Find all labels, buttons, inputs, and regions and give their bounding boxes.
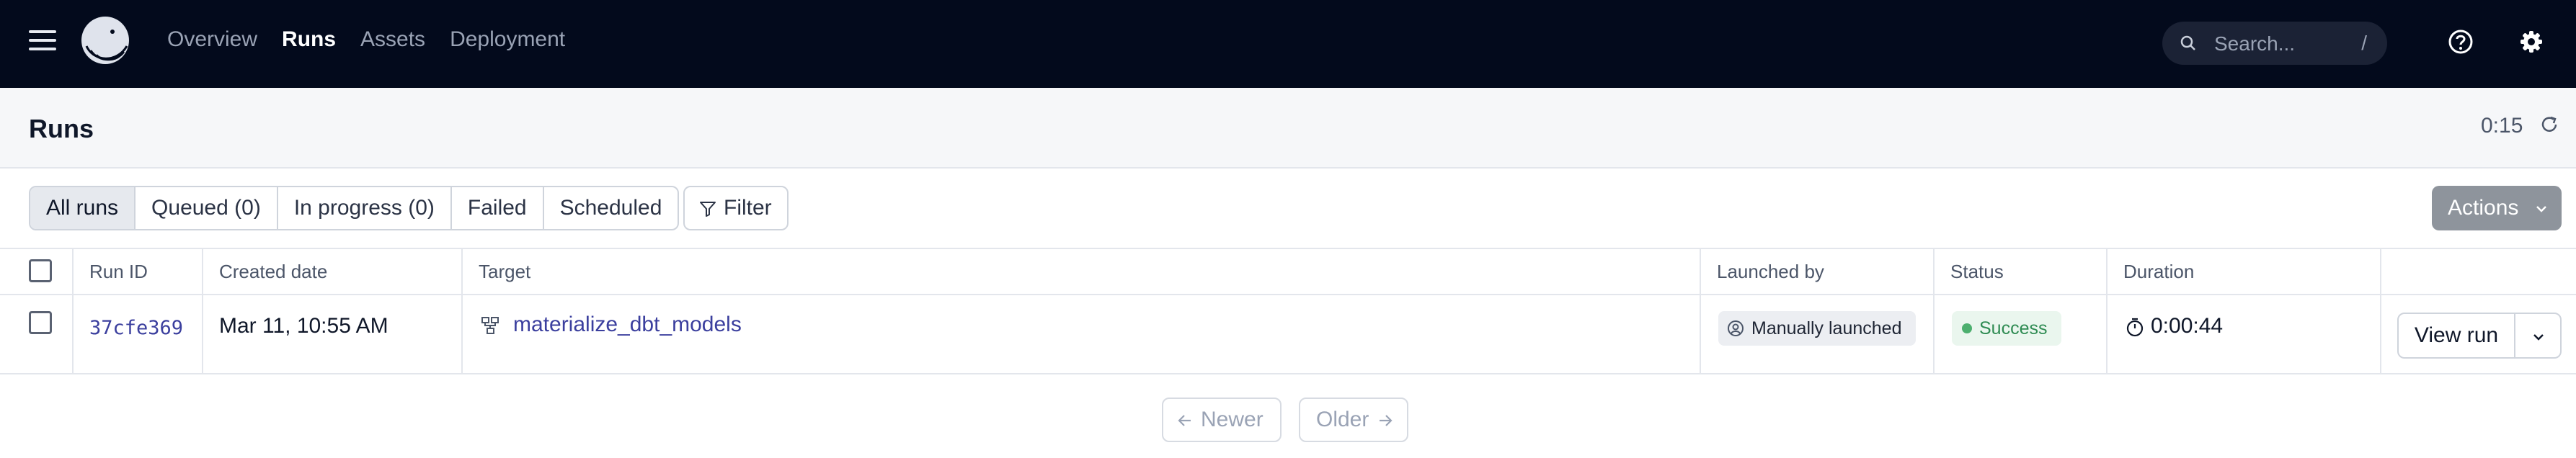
main-nav-links: Overview Runs Assets Deployment — [167, 27, 565, 52]
view-run-button[interactable]: View run — [2397, 313, 2515, 359]
row-checkbox[interactable] — [29, 311, 52, 334]
select-column-header — [0, 249, 74, 294]
launched-by-label: Manually launched — [1751, 318, 1902, 338]
column-header-launched-by[interactable]: Launched by — [1701, 249, 1935, 294]
filter-bar: All runs Queued (0) In progress (0) Fail… — [0, 169, 2576, 249]
newer-label: Newer — [1201, 408, 1263, 431]
created-date-cell: Mar 11, 10:55 AM — [203, 295, 463, 373]
hamburger-menu-icon[interactable] — [29, 30, 56, 52]
dagster-logo-icon[interactable] — [79, 14, 134, 69]
search-icon — [2180, 35, 2195, 50]
run-id-cell: 37cfe369 — [74, 295, 203, 373]
older-page-button[interactable]: Older — [1299, 398, 1408, 442]
run-id-link[interactable]: 37cfe369 — [89, 317, 183, 339]
search-shortcut-hint: / — [2361, 32, 2367, 54]
refresh-icon[interactable] — [2539, 114, 2560, 135]
actions-button-label: Actions — [2448, 196, 2519, 220]
select-all-checkbox[interactable] — [29, 259, 52, 282]
column-header-created-date[interactable]: Created date — [203, 249, 463, 294]
launched-by-tag: Manually launched — [1718, 311, 1916, 346]
table-header: Run ID Created date Target Launched by S… — [0, 249, 2576, 295]
page-header: Runs 0:15 — [0, 88, 2576, 169]
refresh-timer: 0:15 — [2481, 114, 2523, 138]
status-label: Success — [1979, 318, 2048, 338]
older-label: Older — [1316, 408, 1369, 431]
nav-link-runs[interactable]: Runs — [282, 27, 336, 52]
top-navigation-bar: Overview Runs Assets Deployment Search..… — [0, 0, 2576, 88]
search-box[interactable]: Search... / — [2162, 22, 2387, 65]
page-title: Runs — [29, 114, 94, 143]
status-dot-icon — [1962, 323, 1972, 333]
newer-page-button[interactable]: Newer — [1162, 398, 1282, 442]
job-graph-icon — [481, 317, 499, 334]
actions-button[interactable]: Actions — [2432, 186, 2562, 230]
table-row: 37cfe369 Mar 11, 10:55 AM materialize_db… — [0, 295, 2576, 374]
run-actions-dropdown-button[interactable] — [2514, 313, 2562, 359]
chevron-down-icon — [2533, 334, 2544, 341]
arrow-left-icon — [1178, 415, 1191, 426]
tab-all-runs[interactable]: All runs — [30, 187, 136, 229]
user-icon — [1728, 320, 1744, 336]
target-cell: materialize_dbt_models — [463, 295, 1701, 373]
help-icon[interactable] — [2446, 27, 2475, 56]
search-placeholder: Search... — [2214, 32, 2296, 55]
tab-failed[interactable]: Failed — [452, 187, 544, 229]
nav-link-deployment[interactable]: Deployment — [450, 27, 565, 52]
column-header-status[interactable]: Status — [1935, 249, 2108, 294]
gear-icon[interactable] — [2517, 27, 2546, 56]
filter-button-label: Filter — [724, 196, 772, 220]
target-link[interactable]: materialize_dbt_models — [513, 313, 742, 337]
row-select-cell — [0, 295, 74, 373]
nav-link-overview[interactable]: Overview — [167, 27, 257, 52]
timer-icon — [2126, 318, 2144, 337]
tab-scheduled[interactable]: Scheduled — [544, 187, 678, 229]
column-header-duration[interactable]: Duration — [2108, 249, 2381, 294]
created-date: Mar 11, 10:55 AM — [219, 314, 388, 338]
tab-in-progress[interactable]: In progress (0) — [278, 187, 452, 229]
duration-value: 0:00:44 — [2151, 314, 2224, 338]
filter-icon — [700, 202, 716, 217]
column-header-target[interactable]: Target — [463, 249, 1701, 294]
run-status-tabs: All runs Queued (0) In progress (0) Fail… — [29, 186, 680, 230]
filter-button[interactable]: Filter — [683, 186, 789, 230]
arrow-right-icon — [1380, 415, 1393, 426]
nav-link-assets[interactable]: Assets — [360, 27, 425, 52]
column-header-run-id[interactable]: Run ID — [74, 249, 203, 294]
tab-queued[interactable]: Queued (0) — [136, 187, 278, 229]
chevron-down-icon — [2536, 206, 2546, 212]
status-badge: Success — [1952, 311, 2061, 346]
duration-cell: 0:00:44 — [2108, 295, 2381, 373]
